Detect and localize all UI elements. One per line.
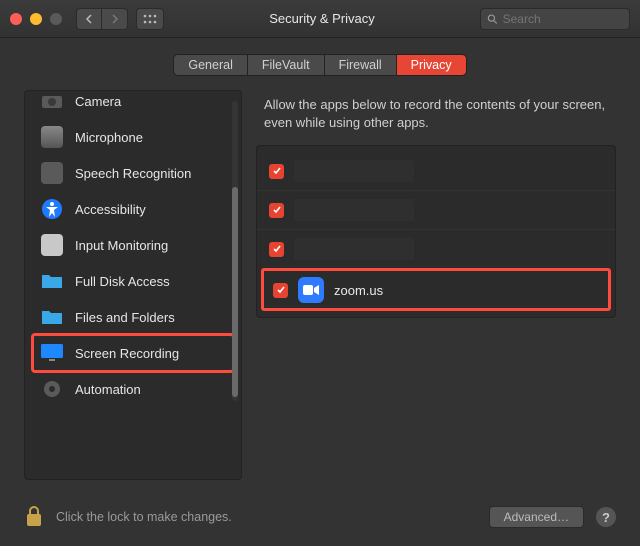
footer: Click the lock to make changes. Advanced… [0,488,640,546]
checkbox[interactable] [269,203,284,218]
folder-icon [39,306,65,328]
nav-buttons [76,8,164,30]
tab-filevault[interactable]: FileVault [248,55,325,75]
app-icon-redacted [294,199,414,221]
tab-general[interactable]: General [174,55,247,75]
app-list: zoom.us [256,145,616,318]
app-row-zoom[interactable]: zoom.us [261,268,611,311]
disk-folder-icon [39,270,65,292]
keyboard-icon [39,234,65,256]
camera-icon [39,90,65,112]
advanced-button[interactable]: Advanced… [489,506,584,528]
sidebar-item-full-disk[interactable]: Full Disk Access [33,263,233,299]
show-all-button[interactable] [136,8,164,30]
detail-panel: Allow the apps below to record the conte… [256,90,616,484]
sidebar-item-automation[interactable]: Automation [33,371,233,407]
sidebar-item-accessibility[interactable]: Accessibility [33,191,233,227]
checkbox[interactable] [273,283,288,298]
app-name: zoom.us [334,283,383,298]
panel-description: Allow the apps below to record the conte… [256,90,616,145]
window-title: Security & Privacy [164,11,480,26]
main-content: Camera Microphone Speech Recognition Acc… [0,76,640,484]
sidebar-item-label: Camera [75,94,121,109]
titlebar: Security & Privacy [0,0,640,38]
checkbox[interactable] [269,242,284,257]
tab-bar: General FileVault Firewall Privacy [0,54,640,76]
lock-icon[interactable] [24,504,44,531]
sidebar-item-files-folders[interactable]: Files and Folders [33,299,233,335]
sidebar-item-label: Screen Recording [75,346,179,361]
tab-firewall[interactable]: Firewall [325,55,397,75]
traffic-lights [10,13,62,25]
close-window-button[interactable] [10,13,22,25]
sidebar-item-label: Input Monitoring [75,238,168,253]
sidebar-item-label: Files and Folders [75,310,175,325]
forward-button[interactable] [102,8,128,30]
sidebar-item-speech[interactable]: Speech Recognition [33,155,233,191]
app-icon-redacted [294,238,414,260]
help-button[interactable]: ? [596,507,616,527]
gear-icon [39,378,65,400]
sidebar-item-label: Speech Recognition [75,166,191,181]
sidebar-item-camera[interactable]: Camera [33,90,233,119]
search-icon [487,13,498,25]
minimize-window-button[interactable] [30,13,42,25]
accessibility-icon [39,198,65,220]
checkbox[interactable] [269,164,284,179]
sidebar-item-label: Accessibility [75,202,146,217]
zoom-app-icon [298,277,324,303]
scroll-thumb[interactable] [232,187,238,397]
zoom-window-button[interactable] [50,13,62,25]
app-row[interactable] [257,229,615,268]
sidebar: Camera Microphone Speech Recognition Acc… [24,90,242,480]
tab-privacy[interactable]: Privacy [397,55,466,75]
app-icon-redacted [294,160,414,182]
sidebar-item-label: Full Disk Access [75,274,170,289]
app-row[interactable] [257,152,615,190]
speech-icon [39,162,65,184]
sidebar-item-microphone[interactable]: Microphone [33,119,233,155]
back-button[interactable] [76,8,102,30]
display-icon [39,342,65,364]
sidebar-item-input-monitoring[interactable]: Input Monitoring [33,227,233,263]
lock-text: Click the lock to make changes. [56,510,477,524]
sidebar-item-label: Microphone [75,130,143,145]
search-field[interactable] [480,8,630,30]
app-row[interactable] [257,190,615,229]
sidebar-item-label: Automation [75,382,141,397]
sidebar-item-screen-recording[interactable]: Screen Recording [33,335,233,371]
microphone-icon [39,126,65,148]
search-input[interactable] [503,12,623,26]
